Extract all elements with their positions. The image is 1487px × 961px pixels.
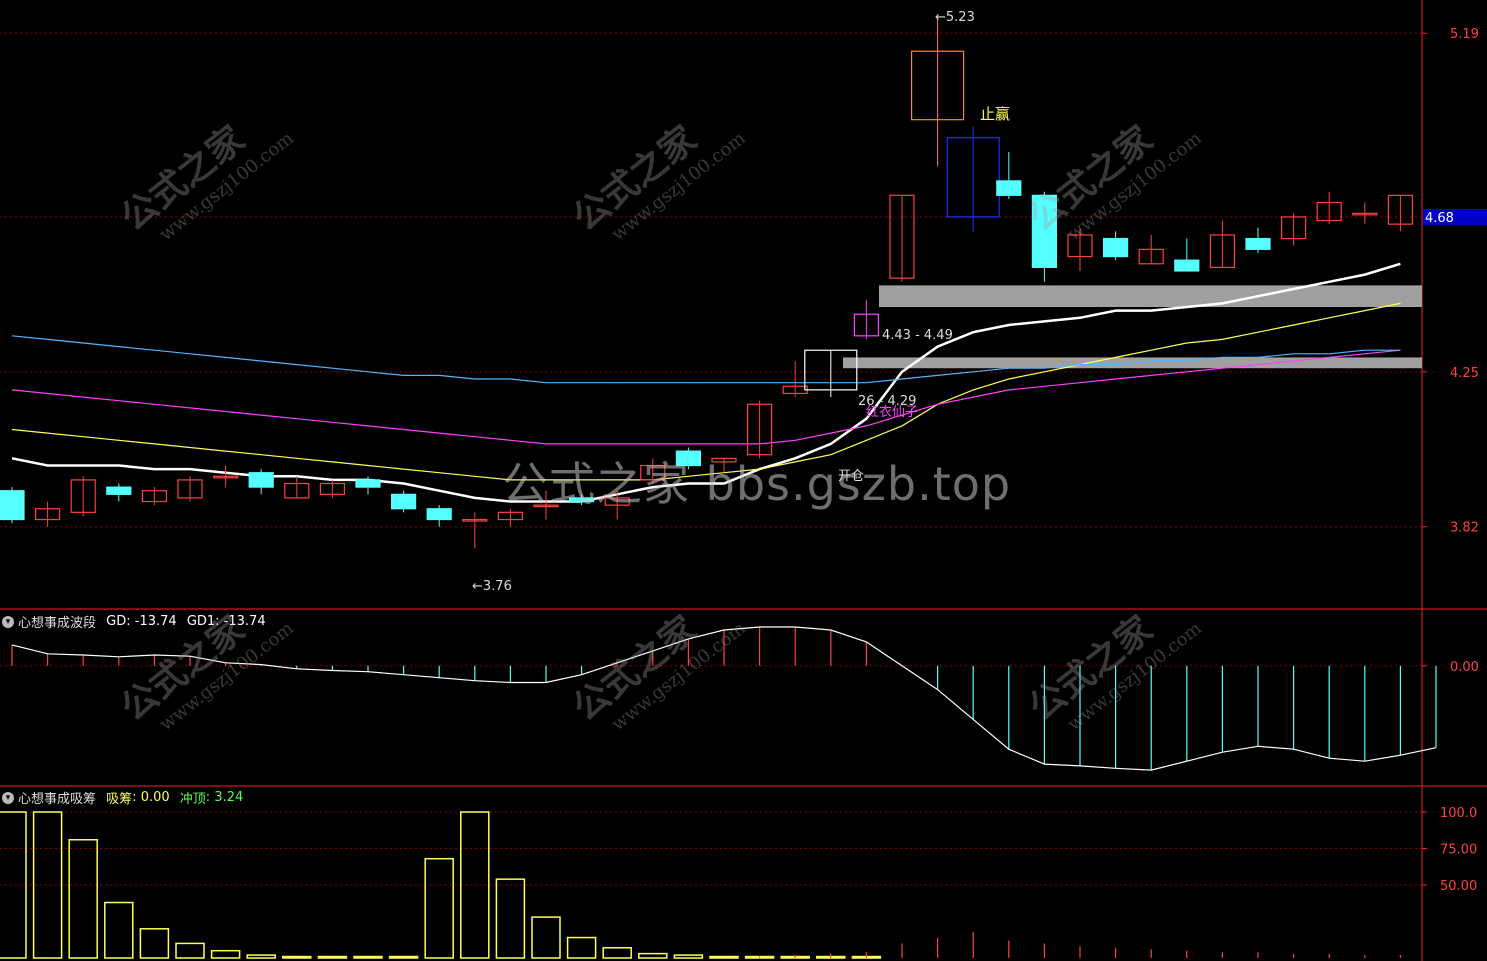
candle-body [1102, 237, 1129, 258]
absorb-bar [282, 955, 312, 959]
absorb-value: 0.00 [140, 790, 170, 805]
high-label: ←5.23 [935, 10, 975, 25]
panel2-title: 心想事成波段 [18, 616, 97, 631]
absorb-bar [104, 901, 134, 959]
candle-body [0, 490, 25, 521]
candle-body [1174, 259, 1200, 272]
collapse-icon[interactable]: ▾ [2, 615, 14, 628]
absorb-tick-label: 50.00 [1440, 879, 1477, 894]
price-axis: 5.19 4.25 3.82 4.68 [1422, 27, 1487, 536]
absorb-bar [0, 811, 27, 959]
price-tick-label: 3.82 [1450, 521, 1479, 536]
absorb-bar [495, 878, 526, 959]
absorb-bar [673, 954, 704, 959]
absorb-bar [139, 928, 170, 959]
absorb-bar [246, 954, 276, 959]
collapse-icon[interactable]: ▾ [2, 791, 14, 804]
absorb-bar [210, 949, 241, 959]
absorb-bar [388, 955, 419, 959]
zone-upper-label: 4.43 - 4.49 [882, 328, 953, 343]
price-zones [843, 285, 1422, 369]
current-price-label: 4.68 [1425, 211, 1454, 226]
price-tick-label: 5.19 [1450, 27, 1479, 42]
absorb-bar [317, 955, 348, 959]
candle-body [996, 180, 1022, 196]
absorb-bar [638, 952, 668, 959]
absorb-tick-label: 75.00 [1440, 843, 1477, 858]
candle-body [391, 493, 417, 510]
absorb-bar [602, 947, 632, 959]
candle-body [106, 486, 132, 495]
panel3-title: 心想事成吸筹 [18, 792, 97, 807]
gd-value: GD: -13.74 [106, 614, 177, 629]
absorb-bar [353, 955, 383, 959]
price-tick-label: 4.25 [1450, 366, 1479, 381]
absorb-bar [32, 811, 63, 959]
absorb-tick-label: 100.0 [1440, 806, 1477, 821]
low-label: ←3.76 [472, 579, 512, 594]
stop-profit-label: 止赢 [980, 105, 1010, 123]
watermark-main: 公式之家 bbs.gszb.top [502, 457, 1012, 511]
panel3-title-bar: ▾ 心想事成吸筹 吸筹: 0.00 冲顶: 3.24 [0, 788, 244, 807]
red-candle-label: 红衣仙子 [866, 404, 918, 420]
absorb-bar [68, 838, 98, 959]
top-label: 冲顶 [179, 792, 206, 807]
candle-body [1245, 237, 1271, 250]
absorb-bars: 100.0 75.00 50.00 [0, 806, 1477, 959]
top-value: 3.24 [214, 790, 244, 805]
absorb-label: 吸筹 [106, 792, 133, 807]
candle-body [248, 472, 274, 488]
support-zone [879, 285, 1422, 307]
candle-body [355, 479, 381, 488]
absorb-bar [709, 955, 739, 959]
absorb-bar [531, 916, 561, 959]
absorb-bar [175, 942, 205, 959]
osc-zero-label: 0.00 [1450, 660, 1479, 675]
candle-body [426, 508, 452, 521]
absorb-bar [566, 936, 597, 959]
absorb-bar [424, 857, 454, 959]
